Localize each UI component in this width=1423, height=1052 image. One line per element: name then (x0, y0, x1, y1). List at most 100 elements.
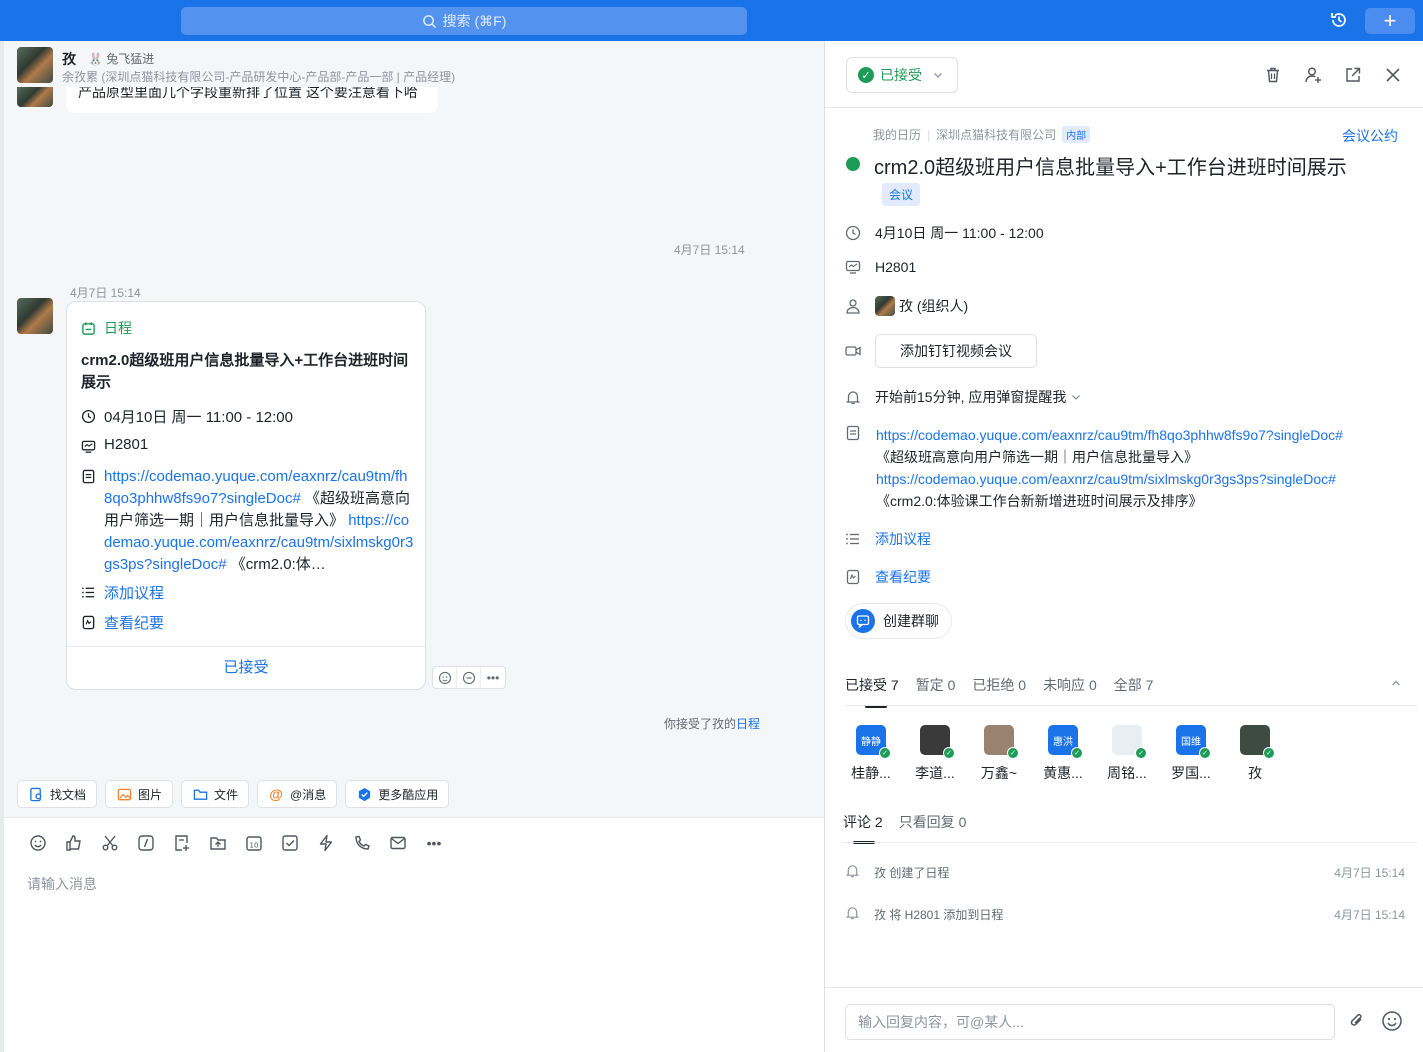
create-group-chat-button[interactable]: 创建群聊 (845, 603, 952, 639)
add-agenda-link[interactable]: 添加议程 (104, 582, 164, 603)
reminder-row[interactable]: 开始前15分钟, 应用弹窗提醒我 (845, 387, 1082, 407)
card-minutes-row[interactable]: 查看纪要 (81, 612, 164, 633)
attendee[interactable]: ✓ 万鑫~ (979, 725, 1019, 783)
tab-accepted[interactable]: 已接受 7 (845, 675, 899, 708)
message-toolbar: ••• (432, 666, 506, 689)
accepted-check-icon: ✓ (1071, 747, 1083, 759)
image-icon (116, 786, 132, 802)
reply-icon[interactable] (457, 667, 481, 688)
phone-icon[interactable] (350, 831, 374, 855)
card-description: https://codemao.yuque.com/eaxnrz/cau9tm/… (104, 466, 414, 576)
tab-no-response[interactable]: 未响应 0 (1043, 675, 1097, 695)
message-avatar[interactable] (17, 298, 53, 334)
open-external-icon[interactable] (1341, 63, 1365, 87)
accepted-button[interactable]: 已接受 (67, 646, 425, 689)
tab-replies-only[interactable]: 只看回复 0 (899, 812, 967, 832)
reminder-dropdown[interactable]: 开始前15分钟, 应用弹窗提醒我 (875, 387, 1082, 407)
emoji-icon[interactable] (1380, 1009, 1404, 1033)
room-icon (845, 259, 861, 275)
breadcrumb-org: 深圳点猫科技有限公司 (936, 128, 1057, 142)
more-icon[interactable]: ••• (481, 667, 505, 688)
chat-pane: 孜 🐰 兔飞猛进 余孜累 (深圳点猫科技有限公司-产品研发中心-产品部-产品一部… (0, 41, 824, 1052)
chevron-up-icon[interactable] (1390, 677, 1402, 692)
attendee[interactable]: 惠洪 ✓ 黄惠... (1043, 725, 1083, 783)
calendar-icon[interactable]: 10 (242, 831, 266, 855)
attendee-avatar: 惠洪 ✓ (1048, 725, 1083, 759)
top-bar: 搜索 (⌘F) + (0, 0, 1423, 41)
upload-folder-icon[interactable] (206, 831, 230, 855)
attendee[interactable]: 国维 ✓ 罗国... (1171, 725, 1211, 783)
chip-label: 文件 (214, 787, 239, 802)
activity-log-item: 孜 将 H2801 添加到日程 4月7日 15:14 (845, 905, 1405, 923)
note-add-icon[interactable] (170, 831, 194, 855)
meeting-rules-link[interactable]: 会议公约 (1342, 126, 1398, 146)
card-time: 04月10日 周一 11:00 - 12:00 (104, 409, 293, 426)
view-minutes-link[interactable]: 查看纪要 (104, 612, 164, 633)
add-video-meeting-button[interactable]: 添加钉钉视频会议 (875, 334, 1037, 368)
mention-button[interactable]: @ @消息 (257, 780, 338, 808)
list-icon (845, 531, 861, 547)
search-input[interactable]: 搜索 (⌘F) (181, 7, 747, 35)
card-agenda-row[interactable]: 添加议程 (81, 582, 164, 603)
breadcrumb: 我的日历 | 深圳点猫科技有限公司 内部 (873, 126, 1091, 143)
rsvp-tabs: 已接受 7 暂定 0 已拒绝 0 未响应 0 全部 7 (845, 675, 1154, 708)
log-text: 孜 创建了日程 (874, 865, 950, 880)
rsvp-status-dropdown[interactable]: ✓ 已接受 (846, 57, 958, 93)
doc-link[interactable]: https://codemao.yuque.com/eaxnrz/cau9tm/… (876, 468, 1343, 490)
calendar-card[interactable]: 日程 crm2.0超级班用户信息批量导入+工作台进班时间展示 04月10日 周一… (66, 301, 426, 690)
organizer-name: 孜 (组织人) (899, 298, 969, 314)
contact-name[interactable]: 孜 (62, 49, 76, 69)
reply-input[interactable]: 输入回复内容，可@某人... (845, 1004, 1335, 1040)
image-button[interactable]: 图片 (105, 780, 174, 808)
event-color-dot (846, 157, 860, 171)
message-input[interactable]: 请输入消息 (27, 874, 97, 894)
attendee[interactable]: 静静 ✓ 桂静... (851, 725, 891, 783)
attendee[interactable]: ✓ 李道... (915, 725, 955, 783)
more-apps-button[interactable]: 更多酷应用 (345, 780, 450, 808)
attendee-name: 万鑫~ (980, 765, 1018, 781)
mail-icon[interactable] (386, 831, 410, 855)
find-doc-button[interactable]: 找文档 (17, 780, 98, 808)
file-button[interactable]: 文件 (181, 780, 250, 808)
add-agenda-link[interactable]: 添加议程 (875, 529, 931, 549)
emoji-icon[interactable] (26, 831, 50, 855)
schedule-link[interactable]: 日程 (736, 717, 760, 731)
attachment-icon[interactable] (1345, 1009, 1369, 1033)
attendee[interactable]: ✓ 周铭... (1107, 725, 1147, 783)
create-button[interactable]: + (1365, 8, 1415, 34)
doc-link[interactable]: https://codemao.yuque.com/eaxnrz/cau9tm/… (876, 424, 1343, 446)
history-icon[interactable] (1327, 8, 1351, 32)
minutes-row[interactable]: 查看纪要 (845, 567, 931, 587)
command-icon[interactable] (134, 831, 158, 855)
attendee[interactable]: ✓ 孜 (1235, 725, 1275, 783)
card-time-row: 04月10日 周一 11:00 - 12:00 (81, 406, 293, 427)
person-icon (845, 298, 861, 314)
attendee-name: 孜 (1248, 765, 1262, 781)
attendee-avatar-label: 静静 (861, 736, 881, 748)
tab-tentative[interactable]: 暂定 0 (916, 675, 956, 695)
agenda-row[interactable]: 添加议程 (845, 529, 931, 549)
avatar[interactable] (17, 47, 53, 83)
organizer[interactable]: 孜 (组织人) (875, 296, 968, 316)
search-icon (422, 14, 436, 28)
message-bubble: 产品原型里面几个字段重新排了位置 这个要注意看下哈 (66, 87, 438, 113)
message-avatar[interactable] (17, 87, 53, 107)
list-icon (82, 587, 95, 598)
card-room-row: H2801 (81, 436, 148, 454)
thumbs-up-icon[interactable] (62, 831, 86, 855)
search-placeholder: 搜索 (⌘F) (442, 13, 507, 29)
add-person-icon[interactable] (1301, 63, 1325, 87)
lightning-icon[interactable] (314, 831, 338, 855)
task-icon[interactable] (278, 831, 302, 855)
tab-comments[interactable]: 评论 2 (843, 812, 883, 844)
attendee-name: 周铭... (1107, 765, 1147, 781)
close-icon[interactable] (1381, 63, 1405, 87)
reaction-icon[interactable] (433, 667, 457, 688)
tab-declined[interactable]: 已拒绝 0 (972, 675, 1026, 695)
organizer-row: 孜 (组织人) (845, 296, 968, 316)
delete-icon[interactable] (1261, 63, 1285, 87)
scissors-icon[interactable] (98, 831, 122, 855)
view-minutes-link[interactable]: 查看纪要 (875, 567, 931, 587)
more-icon[interactable]: ••• (422, 831, 446, 855)
tab-all[interactable]: 全部 7 (1114, 675, 1154, 695)
